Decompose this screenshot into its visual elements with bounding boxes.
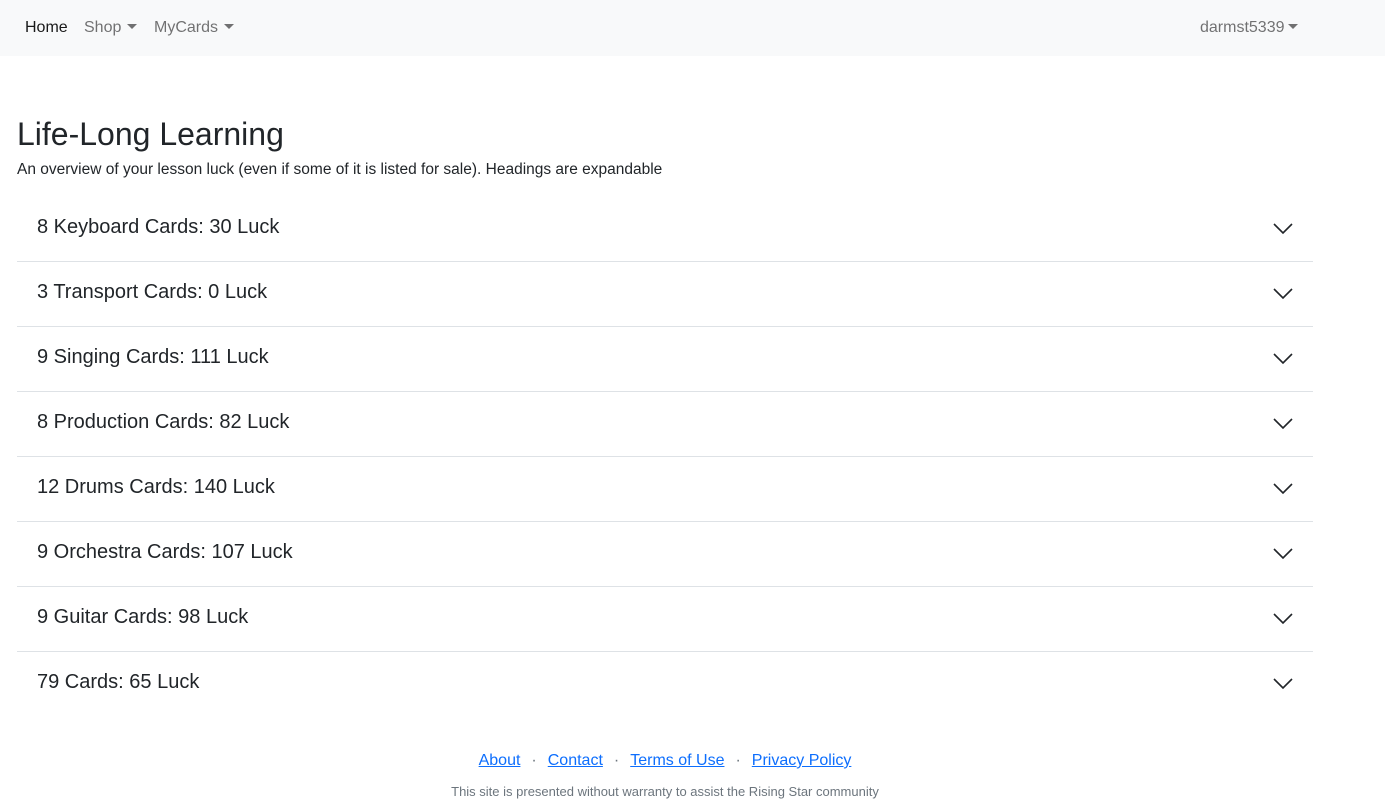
top-navbar: Home Shop MyCards darmst5339 [0,0,1385,56]
chevron-down-icon [1273,288,1293,300]
chevron-down-icon [1273,678,1293,690]
accordion-item-keyboard[interactable]: 8 Keyboard Cards: 30 Luck [17,197,1313,262]
accordion-item-all-cards[interactable]: 79 Cards: 65 Luck [17,652,1313,717]
chevron-down-icon [1273,353,1293,365]
user-menu-label: darmst5339 [1200,19,1285,36]
accordion-item-singing[interactable]: 9 Singing Cards: 111 Luck [17,327,1313,392]
luck-accordion: 8 Keyboard Cards: 30 Luck 3 Transport Ca… [17,197,1313,717]
footer-privacy-link[interactable]: Privacy Policy [752,752,852,769]
accordion-title: 12 Drums Cards: 140 Luck [37,476,275,498]
accordion-item-orchestra[interactable]: 9 Orchestra Cards: 107 Luck [17,522,1313,587]
page-subtitle: An overview of your lesson luck (even if… [17,161,663,178]
accordion-title: 3 Transport Cards: 0 Luck [37,281,268,303]
nav-shop-dropdown[interactable]: Shop [84,18,138,38]
chevron-down-icon [1273,548,1293,560]
page-title: Life-Long Learning [17,116,284,152]
user-menu-dropdown[interactable]: darmst5339 [1200,18,1298,38]
nav-mycards-dropdown[interactable]: MyCards [154,18,235,38]
footer-separator: · [531,752,537,769]
accordion-item-guitar[interactable]: 9 Guitar Cards: 98 Luck [17,587,1313,652]
footer-separator: · [735,752,741,769]
caret-down-icon [224,24,235,29]
footer-separator: · [613,752,620,769]
footer-links: About · Contact · Terms of Use · Privacy Polic… [0,751,1330,771]
nav-shop-label: Shop [84,19,122,36]
footer-disclaimer: This site is presented without warranty … [451,784,879,799]
accordion-item-production[interactable]: 8 Production Cards: 82 Luck [17,392,1313,457]
footer-about-link[interactable]: About [479,752,521,769]
chevron-down-icon [1273,613,1293,625]
caret-down-icon [127,24,138,29]
accordion-item-transport[interactable]: 3 Transport Cards: 0 Luck [17,262,1313,327]
accordion-title: 9 Guitar Cards: 98 Luck [37,606,249,628]
chevron-down-icon [1273,223,1293,235]
footer-terms-link[interactable]: Terms of Use [630,752,724,769]
accordion-item-drums[interactable]: 12 Drums Cards: 140 Luck [17,457,1313,522]
accordion-title: 9 Orchestra Cards: 107 Luck [37,541,293,563]
caret-down-icon [1287,24,1298,29]
accordion-title: 8 Production Cards: 82 Luck [37,411,290,433]
accordion-title: 79 Cards: 65 Luck [37,671,200,693]
accordion-title: 8 Keyboard Cards: 30 Luck [37,216,280,238]
chevron-down-icon [1273,483,1293,495]
chevron-down-icon [1273,418,1293,430]
nav-mycards-label: MyCards [154,19,219,36]
accordion-title: 9 Singing Cards: 111 Luck [37,346,269,368]
nav-home-link[interactable]: Home [25,18,68,38]
footer-contact-link[interactable]: Contact [548,752,603,769]
